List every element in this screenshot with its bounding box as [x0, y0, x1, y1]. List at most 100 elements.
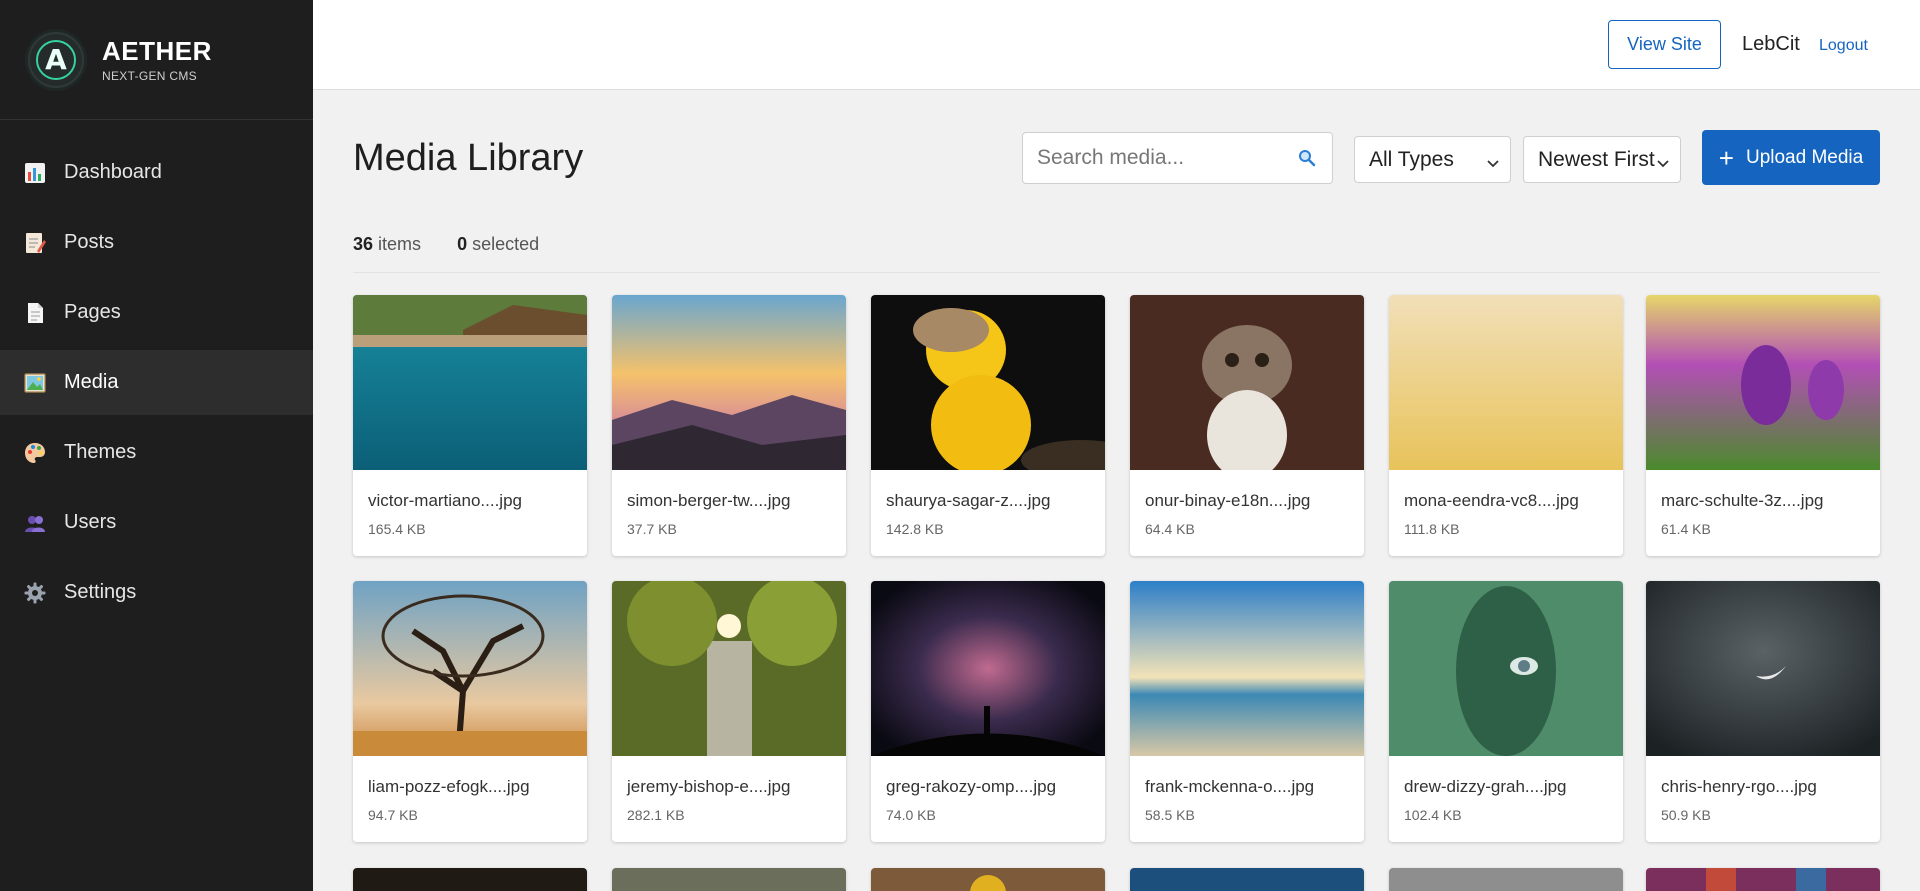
media-thumbnail — [612, 868, 846, 891]
palette-icon — [24, 442, 46, 464]
media-filesize: 94.7 KB — [368, 807, 418, 823]
sidebar-item-label: Settings — [64, 581, 137, 603]
sidebar-item-label: Users — [64, 511, 117, 533]
sidebar-item-label: Pages — [64, 301, 121, 323]
media-card[interactable]: onur-binay-e18n....jpg 64.4 KB — [1130, 295, 1364, 556]
media-thumbnail — [1130, 581, 1364, 756]
memo-icon — [24, 232, 46, 254]
upload-media-button[interactable]: + Upload Media — [1702, 130, 1880, 185]
sort-select[interactable]: Newest First — [1523, 136, 1681, 183]
media-card[interactable]: simon-berger-tw....jpg 37.7 KB — [612, 295, 846, 556]
media-thumbnail — [1646, 581, 1880, 756]
search-input[interactable] — [1023, 133, 1273, 183]
sort-value: Newest First — [1538, 147, 1655, 171]
media-thumbnail — [353, 868, 587, 891]
media-thumbnail — [612, 581, 846, 756]
sidebar-item-label: Media — [64, 371, 119, 393]
sidebar-item-dashboard[interactable]: Dashboard — [0, 140, 313, 205]
brand[interactable]: A AETHER NEXT-GEN CMS — [0, 0, 313, 120]
logout-link[interactable]: Logout — [1819, 37, 1868, 55]
media-filesize: 37.7 KB — [627, 521, 677, 537]
selected-count-label: selected — [472, 234, 540, 254]
media-card[interactable]: drew-dizzy-grah....jpg 102.4 KB — [1389, 581, 1623, 842]
media-filename: shaurya-sagar-z....jpg — [886, 491, 1051, 510]
media-thumbnail — [1389, 295, 1623, 470]
media-filename: drew-dizzy-grah....jpg — [1404, 777, 1567, 796]
media-filesize: 64.4 KB — [1145, 521, 1195, 537]
media-filename: onur-binay-e18n....jpg — [1145, 491, 1311, 510]
media-thumbnail — [871, 581, 1105, 756]
media-thumbnail — [612, 295, 846, 470]
media-filename: chris-henry-rgo....jpg — [1661, 777, 1817, 796]
media-filesize: 58.5 KB — [1145, 807, 1195, 823]
media-thumbnail — [871, 868, 1105, 891]
media-card[interactable] — [612, 868, 846, 891]
media-card[interactable] — [1130, 868, 1364, 891]
search-icon[interactable] — [1298, 149, 1316, 167]
media-filename: simon-berger-tw....jpg — [627, 491, 791, 510]
sidebar-nav: Dashboard Posts Pages Media Themes Users… — [0, 140, 313, 625]
chevron-down-icon — [1656, 152, 1670, 168]
media-card[interactable]: greg-rakozy-omp....jpg 74.0 KB — [871, 581, 1105, 842]
media-filename: liam-pozz-efogk....jpg — [368, 777, 530, 796]
sidebar-item-pages[interactable]: Pages — [0, 280, 313, 345]
media-filesize: 282.1 KB — [627, 807, 685, 823]
gear-icon — [24, 582, 46, 604]
media-card[interactable]: marc-schulte-3z....jpg 61.4 KB — [1646, 295, 1880, 556]
page-icon — [24, 302, 46, 324]
sidebar-item-label: Posts — [64, 231, 115, 253]
media-card[interactable] — [871, 868, 1105, 891]
media-thumbnail — [1130, 868, 1364, 891]
media-card[interactable]: victor-martiano....jpg 165.4 KB — [353, 295, 587, 556]
logo-letter: A — [36, 39, 76, 80]
media-thumbnail — [1646, 295, 1880, 470]
media-thumbnail — [1389, 581, 1623, 756]
media-filesize: 111.8 KB — [1404, 521, 1460, 537]
media-thumbnail — [353, 581, 587, 757]
media-thumbnail — [353, 295, 587, 470]
media-filename: jeremy-bishop-e....jpg — [627, 777, 791, 796]
media-card[interactable] — [353, 868, 587, 891]
media-filesize: 61.4 KB — [1661, 521, 1711, 537]
media-card[interactable]: frank-mckenna-o....jpg 58.5 KB — [1130, 581, 1364, 842]
sidebar-item-label: Dashboard — [64, 161, 162, 183]
aether-logo-icon: A — [28, 31, 84, 88]
media-filename: frank-mckenna-o....jpg — [1145, 777, 1315, 796]
view-site-button[interactable]: View Site — [1608, 20, 1721, 69]
sidebar-item-users[interactable]: Users — [0, 490, 313, 555]
media-filesize: 50.9 KB — [1661, 807, 1711, 823]
media-thumbnail — [871, 295, 1105, 480]
plus-icon: + — [1718, 142, 1734, 173]
item-count: 36 — [353, 234, 374, 254]
media-filesize: 74.0 KB — [886, 807, 936, 823]
search-box[interactable] — [1022, 132, 1333, 184]
media-card[interactable]: jeremy-bishop-e....jpg 282.1 KB — [612, 581, 846, 842]
media-card[interactable]: liam-pozz-efogk....jpg 94.7 KB — [353, 581, 587, 842]
chevron-down-icon — [1486, 152, 1500, 168]
media-filesize: 102.4 KB — [1404, 807, 1462, 823]
sidebar-item-media[interactable]: Media — [0, 350, 313, 415]
main-content: Media Library All Types Newest First + U… — [313, 90, 1920, 891]
media-filename: marc-schulte-3z....jpg — [1661, 491, 1824, 510]
media-thumbnail — [1646, 868, 1880, 891]
divider — [353, 272, 1880, 273]
media-card[interactable] — [1646, 868, 1880, 891]
sidebar-item-themes[interactable]: Themes — [0, 420, 313, 485]
brand-tagline: NEXT-GEN CMS — [102, 69, 197, 83]
type-filter-value: All Types — [1369, 147, 1454, 171]
brand-name: AETHER — [102, 36, 212, 66]
users-icon — [24, 512, 46, 534]
media-filename: greg-rakozy-omp....jpg — [886, 777, 1057, 796]
sidebar-item-settings[interactable]: Settings — [0, 560, 313, 625]
media-card[interactable]: shaurya-sagar-z....jpg 142.8 KB — [871, 295, 1105, 556]
media-card[interactable]: chris-henry-rgo....jpg 50.9 KB — [1646, 581, 1880, 842]
media-card[interactable]: mona-eendra-vc8....jpg 111.8 KB — [1389, 295, 1623, 556]
username: LebCit — [1742, 33, 1800, 55]
page-title: Media Library — [353, 137, 584, 179]
media-thumbnail — [1130, 295, 1364, 480]
sidebar-item-posts[interactable]: Posts — [0, 210, 313, 275]
media-card[interactable] — [1389, 868, 1623, 891]
sidebar: A AETHER NEXT-GEN CMS Dashboard Posts Pa… — [0, 0, 313, 891]
chart-icon — [24, 162, 46, 184]
type-filter-select[interactable]: All Types — [1354, 136, 1511, 183]
